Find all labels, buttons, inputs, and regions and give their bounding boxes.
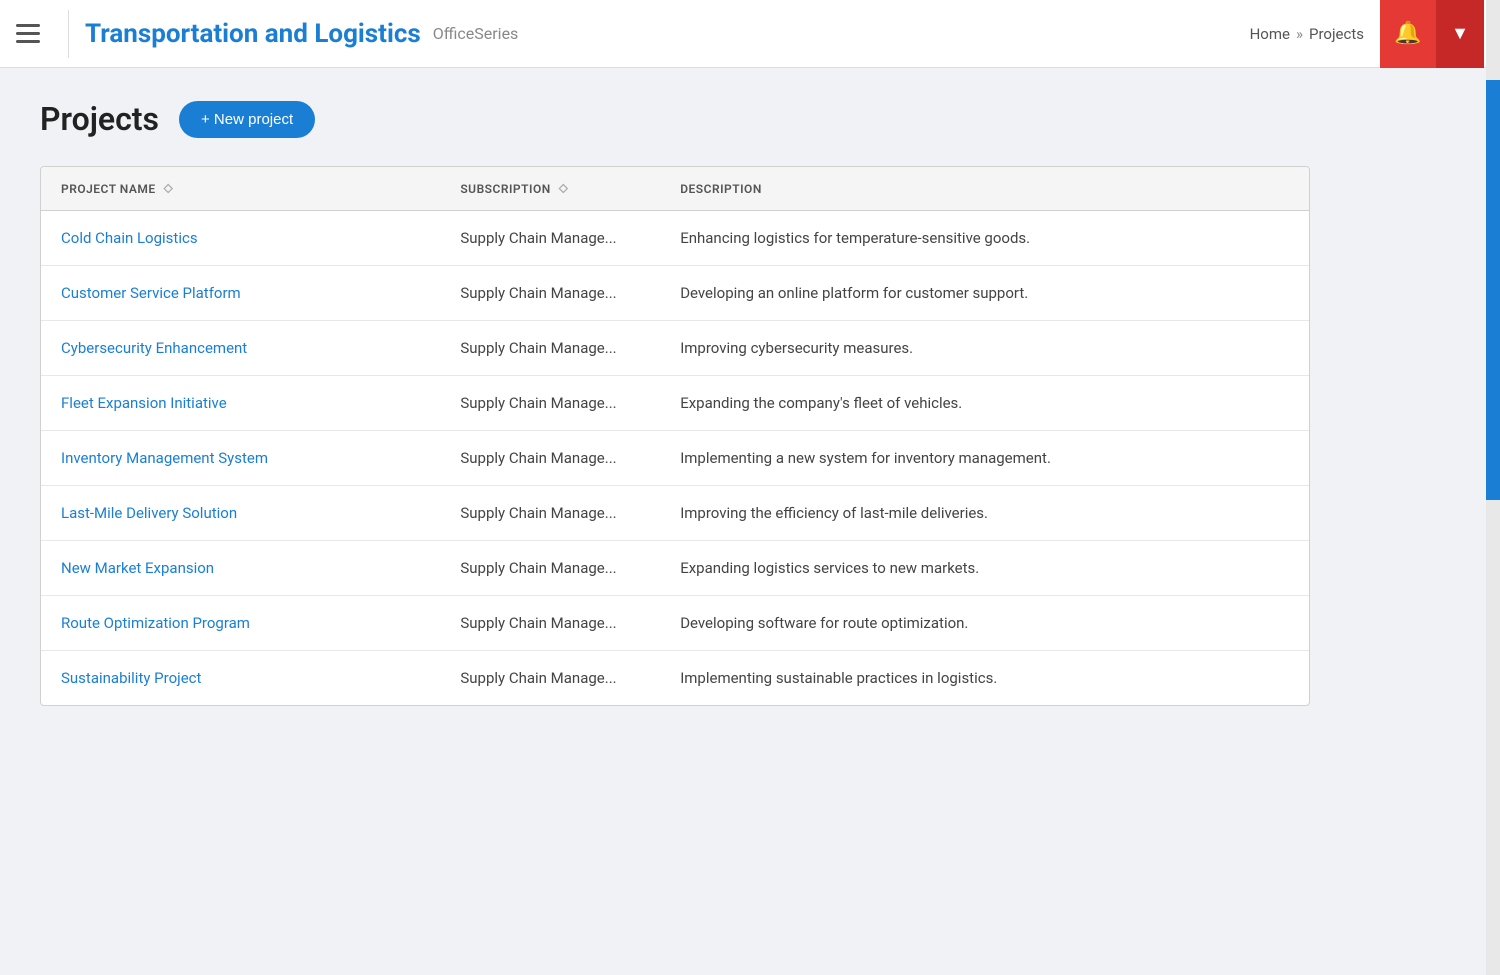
table-row: Last-Mile Delivery Solution Supply Chain … bbox=[41, 486, 1309, 541]
filter-icon-name[interactable]: ⬦ bbox=[164, 181, 174, 196]
filter-icon-subscription[interactable]: ⬦ bbox=[559, 181, 569, 196]
cell-project-name: Inventory Management System bbox=[41, 431, 440, 486]
col-header-subscription: SUBSCRIPTION ⬦ bbox=[440, 167, 660, 211]
page-content: Projects + New project PROJECT NAME ⬦ bbox=[0, 68, 1500, 738]
cell-subscription: Supply Chain Manage... bbox=[440, 541, 660, 596]
cell-project-name: Sustainability Project bbox=[41, 651, 440, 706]
cell-project-name: Last-Mile Delivery Solution bbox=[41, 486, 440, 541]
col-header-name: PROJECT NAME ⬦ bbox=[41, 167, 440, 211]
cell-description: Expanding logistics services to new mark… bbox=[660, 541, 1309, 596]
cell-project-name: Route Optimization Program bbox=[41, 596, 440, 651]
breadcrumb-separator: » bbox=[1296, 25, 1303, 43]
table-row: Inventory Management System Supply Chain … bbox=[41, 431, 1309, 486]
cell-description: Implementing a new system for inventory … bbox=[660, 431, 1309, 486]
header-divider bbox=[68, 10, 69, 58]
cell-project-name: Cold Chain Logistics bbox=[41, 211, 440, 266]
app-title: Transportation and Logistics bbox=[85, 19, 421, 49]
cell-description: Developing software for route optimizati… bbox=[660, 596, 1309, 651]
cell-project-name: Customer Service Platform bbox=[41, 266, 440, 321]
table-row: Sustainability Project Supply Chain Manag… bbox=[41, 651, 1309, 706]
cell-subscription: Supply Chain Manage... bbox=[440, 431, 660, 486]
project-link[interactable]: Customer Service Platform bbox=[61, 284, 241, 302]
header-actions: 🔔 ▼ bbox=[1380, 0, 1484, 68]
table-row: Customer Service Platform Supply Chain Ma… bbox=[41, 266, 1309, 321]
projects-table: PROJECT NAME ⬦ SUBSCRIPTION ⬦ bbox=[41, 167, 1309, 705]
cell-project-name: Fleet Expansion Initiative bbox=[41, 376, 440, 431]
project-link[interactable]: Route Optimization Program bbox=[61, 614, 250, 632]
dropdown-icon: ▼ bbox=[1451, 23, 1469, 44]
app-header: Transportation and Logistics OfficeSerie… bbox=[0, 0, 1500, 68]
new-project-button[interactable]: + New project bbox=[179, 101, 315, 138]
page-header: Projects + New project bbox=[40, 100, 1460, 138]
cell-subscription: Supply Chain Manage... bbox=[440, 596, 660, 651]
cell-project-name: New Market Expansion bbox=[41, 541, 440, 596]
menu-icon[interactable] bbox=[16, 16, 52, 52]
project-link[interactable]: Cybersecurity Enhancement bbox=[61, 339, 247, 357]
cell-subscription: Supply Chain Manage... bbox=[440, 211, 660, 266]
table-header-row: PROJECT NAME ⬦ SUBSCRIPTION ⬦ bbox=[41, 167, 1309, 211]
table-row: Cold Chain Logistics Supply Chain Manage.… bbox=[41, 211, 1309, 266]
nav-home[interactable]: Home bbox=[1250, 25, 1290, 43]
cell-description: Improving cybersecurity measures. bbox=[660, 321, 1309, 376]
cell-description: Improving the efficiency of last-mile de… bbox=[660, 486, 1309, 541]
cell-subscription: Supply Chain Manage... bbox=[440, 321, 660, 376]
projects-table-container: PROJECT NAME ⬦ SUBSCRIPTION ⬦ bbox=[40, 166, 1310, 706]
project-link[interactable]: Sustainability Project bbox=[61, 669, 201, 687]
table-row: Cybersecurity Enhancement Supply Chain Ma… bbox=[41, 321, 1309, 376]
cell-subscription: Supply Chain Manage... bbox=[440, 486, 660, 541]
project-link[interactable]: Inventory Management System bbox=[61, 449, 268, 467]
nav-projects: Projects bbox=[1309, 25, 1364, 43]
cell-description: Expanding the company's fleet of vehicle… bbox=[660, 376, 1309, 431]
cell-project-name: Cybersecurity Enhancement bbox=[41, 321, 440, 376]
table-row: Fleet Expansion Initiative Supply Chain M… bbox=[41, 376, 1309, 431]
project-link[interactable]: New Market Expansion bbox=[61, 559, 214, 577]
table-row: New Market Expansion Supply Chain Manage.… bbox=[41, 541, 1309, 596]
breadcrumb: Home » Projects bbox=[1250, 25, 1364, 43]
cell-subscription: Supply Chain Manage... bbox=[440, 376, 660, 431]
cell-subscription: Supply Chain Manage... bbox=[440, 651, 660, 706]
page-title: Projects bbox=[40, 100, 159, 138]
table-body: Cold Chain Logistics Supply Chain Manage.… bbox=[41, 211, 1309, 706]
table-row: Route Optimization Program Supply Chain M… bbox=[41, 596, 1309, 651]
header-dropdown-button[interactable]: ▼ bbox=[1436, 0, 1484, 68]
bell-icon: 🔔 bbox=[1394, 21, 1421, 46]
notification-bell[interactable]: 🔔 bbox=[1380, 0, 1436, 68]
cell-description: Developing an online platform for custom… bbox=[660, 266, 1309, 321]
project-link[interactable]: Fleet Expansion Initiative bbox=[61, 394, 227, 412]
project-link[interactable]: Last-Mile Delivery Solution bbox=[61, 504, 237, 522]
col-header-description: DESCRIPTION bbox=[660, 167, 1309, 211]
cell-subscription: Supply Chain Manage... bbox=[440, 266, 660, 321]
main-area: Projects + New project PROJECT NAME ⬦ bbox=[40, 100, 1460, 706]
cell-description: Enhancing logistics for temperature-sens… bbox=[660, 211, 1309, 266]
app-subtitle: OfficeSeries bbox=[433, 24, 519, 43]
project-link[interactable]: Cold Chain Logistics bbox=[61, 229, 198, 247]
cell-description: Implementing sustainable practices in lo… bbox=[660, 651, 1309, 706]
